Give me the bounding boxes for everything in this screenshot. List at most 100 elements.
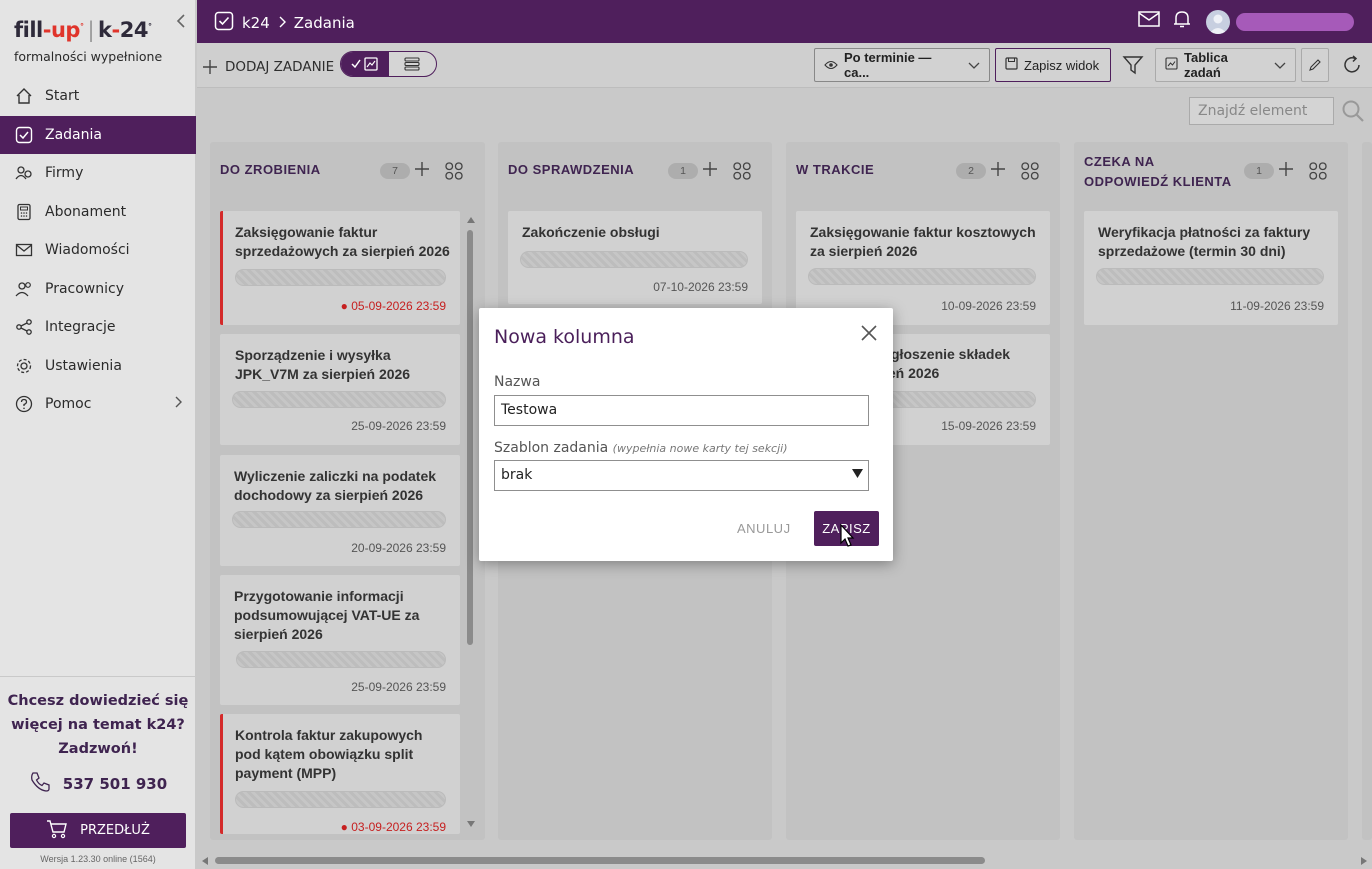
add-card-button[interactable]	[415, 160, 429, 180]
sidebar-item-label: Integracje	[45, 319, 116, 336]
sidebar-item-label: Firmy	[45, 165, 84, 182]
pencil-icon	[1309, 59, 1321, 71]
task-card[interactable]: Zaksięgowanie faktur sprzedażowych za si…	[220, 211, 460, 325]
refresh-button[interactable]	[1338, 51, 1366, 79]
save-view-label: Zapisz widok	[1024, 57, 1100, 73]
mail-icon[interactable]	[1138, 10, 1160, 33]
logo-dash: -	[42, 18, 52, 42]
home-icon	[14, 86, 34, 106]
brand-logo[interactable]: fill-up° | k-24°	[14, 18, 152, 48]
scroll-down-icon[interactable]	[466, 820, 476, 828]
card-due-date: 25-09-2026 23:59	[351, 419, 446, 433]
extend-subscription-button[interactable]: PRZEDŁUŻ	[10, 813, 186, 848]
sort-dropdown[interactable]: Po terminie — ca...	[814, 48, 990, 82]
card-due-date: 10-09-2026 23:59	[941, 299, 1036, 313]
sidebar-item-label: Pracownicy	[45, 280, 124, 297]
column-title: W TRAKCIE	[796, 162, 875, 177]
promo-line: Zadzwoń!	[58, 741, 138, 757]
card-due-date: 25-09-2026 23:59	[351, 680, 446, 694]
calculator-icon	[14, 202, 34, 222]
sidebar-item-wiadomosci[interactable]: Wiadomości	[0, 231, 196, 270]
brand-tagline: formalności wypełnione	[14, 49, 163, 64]
scroll-right-icon[interactable]	[1360, 856, 1368, 866]
search-input[interactable]: Znajdź element	[1189, 97, 1334, 125]
task-card[interactable]: Weryfikacja płatności za faktury sprzeda…	[1084, 211, 1338, 325]
board-view-option[interactable]	[341, 52, 389, 76]
help-icon	[14, 394, 34, 414]
collapse-sidebar-button[interactable]	[176, 14, 186, 33]
logo-k: k	[98, 18, 112, 42]
column-menu-button[interactable]	[445, 162, 463, 185]
template-field-label: Szablon zadania (wypełnia nowe karty tej…	[494, 440, 788, 456]
board-horizontal-scrollbar[interactable]	[215, 857, 985, 864]
bell-icon[interactable]	[1172, 9, 1192, 34]
task-card[interactable]: Zakończenie obsługi 07-10-2026 23:59	[508, 211, 762, 304]
card-tag-redacted	[232, 511, 446, 528]
sidebar-item-start[interactable]: Start	[0, 77, 196, 116]
name-field-label: Nazwa	[494, 374, 541, 390]
column-menu-button[interactable]	[733, 162, 751, 185]
card-due-date-text: 05-09-2026 23:59	[351, 299, 446, 313]
close-button[interactable]	[859, 323, 879, 343]
template-select[interactable]: brak	[494, 460, 869, 491]
name-input[interactable]: Testowa	[494, 395, 869, 426]
cancel-button[interactable]: ANULUJ	[737, 521, 791, 536]
add-card-button[interactable]	[1279, 160, 1293, 180]
plus-icon	[203, 55, 217, 79]
card-title: Zaksięgowanie faktur sprzedażowych za si…	[235, 224, 450, 259]
add-card-button[interactable]	[991, 160, 1005, 180]
sidebar-item-pracownicy[interactable]: Pracownicy	[0, 270, 196, 309]
sidebar-item-firmy[interactable]: Firmy	[0, 154, 196, 193]
edit-button[interactable]	[1301, 48, 1329, 82]
eye-icon	[824, 58, 838, 73]
sidebar-item-label: Pomoc	[45, 396, 92, 413]
view-toggle[interactable]	[340, 51, 437, 77]
new-column-dialog: Nowa kolumna Nazwa Testowa Szablon zadan…	[479, 308, 893, 561]
column-title-line: ODPOWIEDŹ KLIENTA	[1084, 174, 1232, 189]
avatar[interactable]	[1206, 9, 1230, 34]
scroll-left-icon[interactable]	[201, 856, 209, 866]
user-name-redacted[interactable]	[1236, 12, 1354, 31]
scroll-up-icon[interactable]	[466, 216, 476, 224]
sidebar-item-label: Start	[45, 88, 80, 105]
template-select-value: brak	[501, 467, 533, 483]
sidebar-item-ustawienia[interactable]: Ustawienia	[0, 347, 196, 386]
add-card-button[interactable]	[703, 160, 717, 180]
top-bar: k24 Zadania	[197, 0, 1372, 43]
phone-link[interactable]: 537 501 930	[0, 771, 196, 797]
card-title: Zaksięgowanie faktur kosztowych za sierp…	[810, 224, 1036, 259]
chevron-left-icon	[176, 14, 185, 28]
column-menu-button[interactable]	[1021, 162, 1039, 185]
column-title: CZEKA NA ODPOWIEDŹ KLIENTA	[1084, 152, 1232, 192]
sidebar-item-abonament[interactable]: Abonament	[0, 193, 196, 232]
save-view-button[interactable]: Zapisz widok	[995, 48, 1111, 82]
add-task-button[interactable]: DODAJ ZADANIE	[203, 55, 334, 79]
card-due-date-text: 03-09-2026 23:59	[351, 820, 446, 834]
search-icon[interactable]	[1341, 99, 1365, 128]
chevron-right-icon	[278, 14, 286, 32]
filter-button[interactable]	[1119, 51, 1147, 79]
breadcrumb-root[interactable]: k24	[242, 14, 270, 32]
sort-label: Po terminie — ca...	[844, 50, 932, 80]
column-menu-button[interactable]	[1309, 162, 1327, 185]
logo-up: up	[50, 18, 80, 42]
task-card[interactable]: Kontrola faktur zakupowych pod kątem obo…	[220, 714, 460, 834]
list-view-option[interactable]	[389, 52, 437, 76]
board-column: CZEKA NA ODPOWIEDŹ KLIENTA 1 Weryfikacja …	[1074, 142, 1348, 840]
checkbox-icon	[14, 125, 34, 145]
card-tag-redacted	[236, 651, 446, 668]
sidebar-item-pomoc[interactable]: Pomoc	[0, 385, 196, 424]
board-select-dropdown[interactable]: Tablica zadań	[1155, 48, 1296, 82]
task-card[interactable]: Przygotowanie informacji podsumowującej …	[220, 575, 460, 705]
promo-line: Chcesz dowiedzieć się	[7, 693, 189, 709]
card-title: Zakończenie obsługi	[522, 224, 660, 240]
task-card[interactable]: Wyliczenie zaliczki na podatek dochodowy…	[220, 455, 460, 566]
sidebar-item-integracje[interactable]: Integracje	[0, 308, 196, 347]
column-scrollbar[interactable]	[467, 230, 473, 645]
plus-icon	[703, 162, 717, 176]
sidebar-item-zadania[interactable]: Zadania	[0, 115, 196, 154]
top-actions	[1126, 9, 1354, 34]
card-tag-redacted	[235, 269, 446, 286]
task-card[interactable]: Sporządzenie i wysyłka JPK_V7M za sierpi…	[220, 334, 460, 445]
phone-number: 537 501 930	[62, 775, 168, 793]
